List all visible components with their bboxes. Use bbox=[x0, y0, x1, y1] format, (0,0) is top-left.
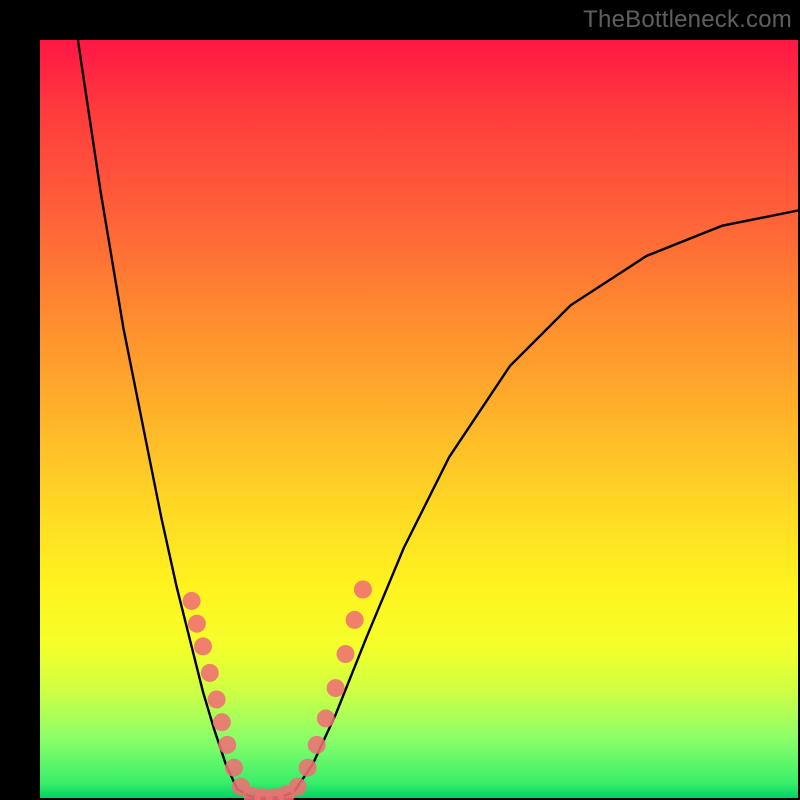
dot bbox=[225, 759, 243, 777]
chart-frame: TheBottleneck.com bbox=[0, 0, 800, 800]
curve-line bbox=[78, 40, 798, 798]
dot bbox=[354, 581, 372, 599]
dot bbox=[299, 759, 317, 777]
dot bbox=[308, 736, 326, 754]
bottleneck-curve bbox=[78, 40, 798, 798]
dot bbox=[327, 679, 345, 697]
dot bbox=[188, 615, 206, 633]
dot bbox=[218, 736, 236, 754]
dot bbox=[213, 713, 231, 731]
plot-area bbox=[40, 40, 798, 798]
dot bbox=[317, 709, 335, 727]
dot bbox=[194, 637, 212, 655]
dot bbox=[201, 664, 219, 682]
dot bbox=[208, 691, 226, 709]
chart-svg bbox=[40, 40, 798, 798]
watermark-text: TheBottleneck.com bbox=[583, 6, 792, 34]
dot bbox=[183, 592, 201, 610]
dot bbox=[337, 645, 355, 663]
dot bbox=[346, 611, 364, 629]
highlight-dots bbox=[183, 581, 372, 800]
dot bbox=[289, 778, 307, 796]
